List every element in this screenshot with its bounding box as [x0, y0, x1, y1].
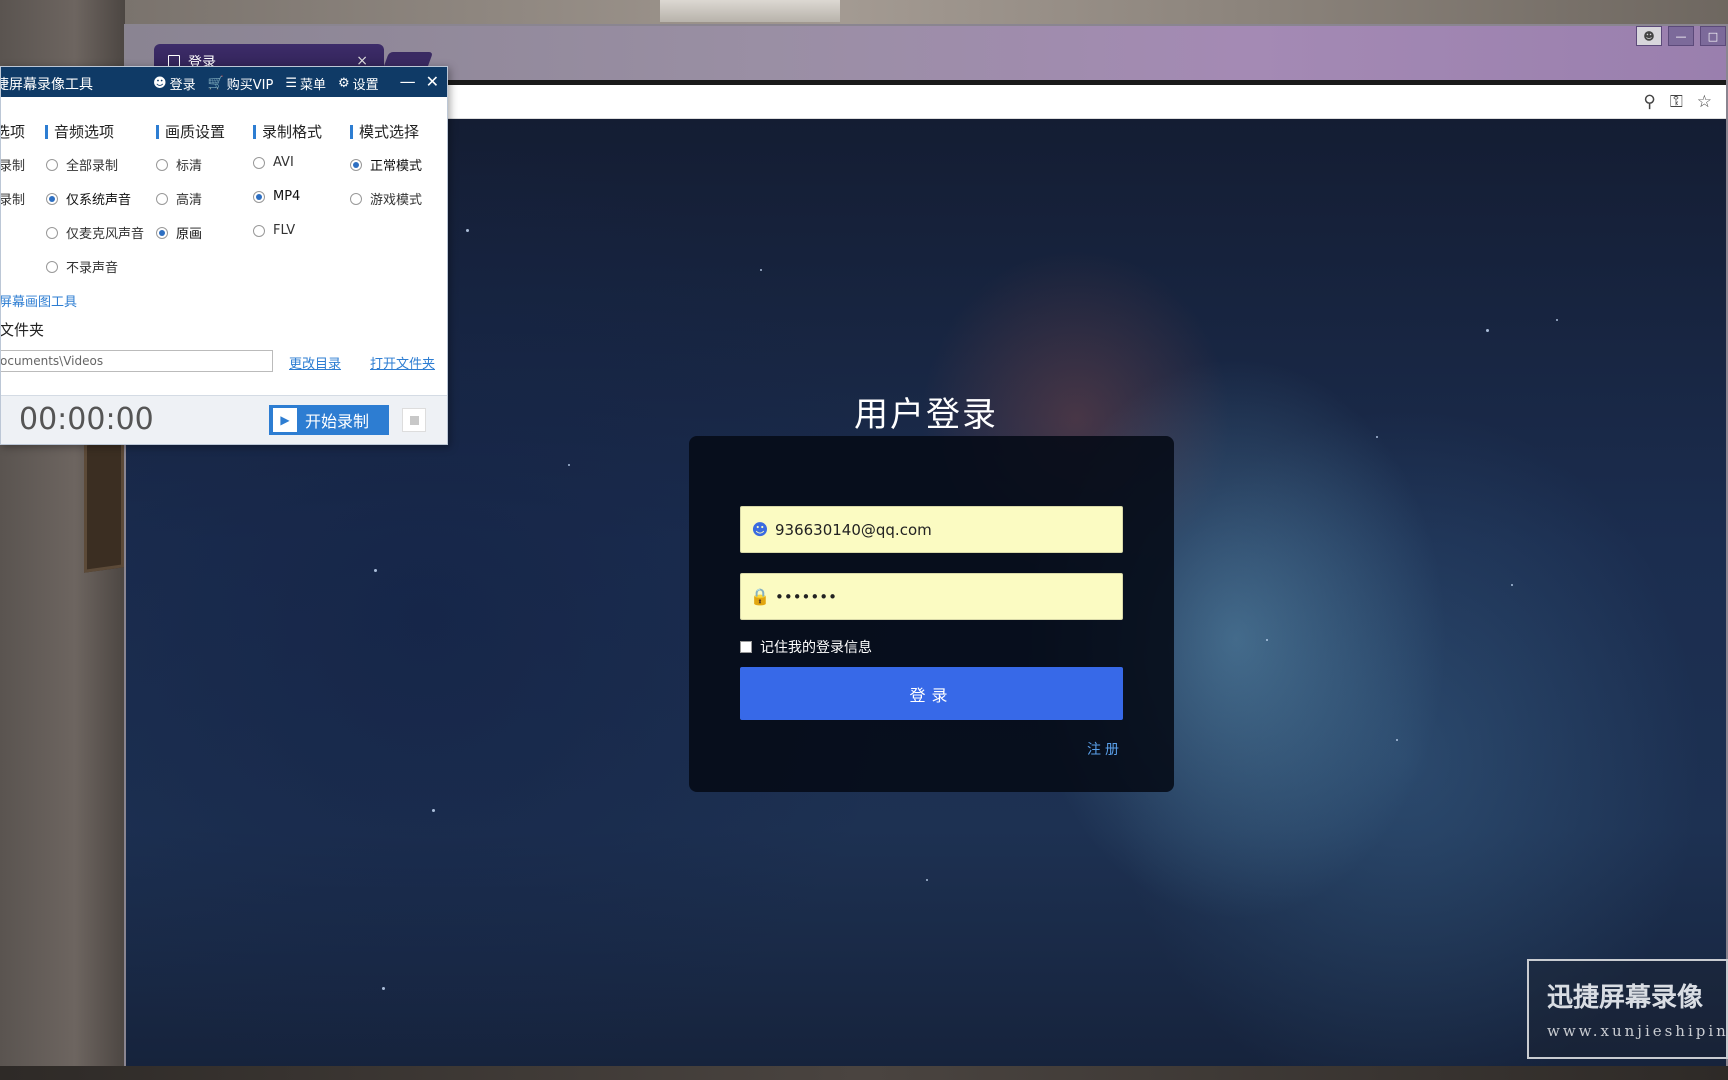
cart-icon: 🛒: [207, 76, 224, 91]
recorder-nav: ☻ 登录 🛒 购买VIP ☰ 菜单 ⚙ 设置: [153, 74, 379, 93]
output-folder-label: 文件夹: [0, 321, 45, 339]
desktop-bottom-edge: [0, 1066, 1728, 1080]
lock-icon: 🔒: [750, 587, 770, 606]
username-field[interactable]: ☻: [740, 506, 1123, 553]
screen-draw-tool-link[interactable]: 屏幕画图工具: [1, 291, 77, 310]
change-directory-link[interactable]: 更改目录: [289, 353, 341, 372]
screen-recorder-panel: 捷屏幕录像工具 ☻登录 🛒购买VIP ☰菜单 ⚙设置 — ✕ 选项 音频选项 画…: [0, 66, 448, 445]
watermark: 迅捷屏幕录像 www.xunjieshipin: [1527, 959, 1728, 1059]
radio-button[interactable]: [156, 226, 168, 239]
radio-button[interactable]: [46, 226, 58, 239]
recorder-titlebar: 捷屏幕录像工具 ☻ 登录 🛒 购买VIP ☰ 菜单 ⚙ 设置 — ✕: [1, 67, 447, 97]
radio-button[interactable]: [253, 190, 265, 203]
quality-option-sd[interactable]: 标清: [156, 155, 202, 174]
close-icon[interactable]: ✕: [426, 72, 439, 91]
stop-recording-button[interactable]: [402, 408, 426, 432]
format-option-mp4[interactable]: MP4: [253, 189, 300, 204]
radio-button[interactable]: [46, 158, 58, 171]
radio-button[interactable]: [350, 192, 362, 205]
mode-options-header: 模式选择: [350, 121, 419, 142]
password-field[interactable]: 🔒: [740, 573, 1123, 620]
gear-icon: ⚙: [338, 76, 350, 91]
open-folder-link[interactable]: 打开文件夹: [370, 353, 435, 372]
minimize-button[interactable]: —: [1668, 26, 1694, 46]
user-icon[interactable]: ☻: [1636, 26, 1662, 46]
audio-option-none[interactable]: 不录声音: [46, 257, 118, 276]
mode-option-normal[interactable]: 正常模式: [350, 155, 422, 174]
recorder-menu-button[interactable]: ☰ 菜单: [285, 74, 326, 93]
radio-button[interactable]: [253, 156, 265, 169]
play-icon: ▶: [273, 408, 297, 432]
output-path-field[interactable]: ocuments\Videos: [1, 350, 273, 372]
background-picture-frame: [84, 437, 124, 573]
radio-button[interactable]: [253, 224, 265, 237]
background-window: [660, 0, 840, 22]
user-icon: ☻: [153, 76, 167, 91]
radio-button[interactable]: [46, 192, 58, 205]
background-room-top: [125, 0, 1728, 24]
start-recording-label: 开始录制: [305, 412, 370, 431]
remember-me[interactable]: 记住我的登录信息: [740, 637, 872, 657]
quality-option-original[interactable]: 原画: [156, 223, 202, 242]
recorder-window-controls: — ✕: [400, 72, 439, 91]
remember-label: 记住我的登录信息: [760, 640, 872, 656]
radio-button[interactable]: [156, 192, 168, 205]
video-options-header: 选项: [1, 123, 26, 141]
recorder-control-bar: ： 00:00:00 ▶ 开始录制: [1, 395, 447, 444]
video-option[interactable]: 录制: [1, 155, 25, 174]
radio-button[interactable]: [350, 158, 362, 171]
password-input[interactable]: [775, 587, 1105, 606]
format-option-avi[interactable]: AVI: [253, 155, 294, 170]
watermark-title: 迅捷屏幕录像: [1547, 983, 1704, 1013]
audio-option-mic[interactable]: 仅麦克风声音: [46, 223, 144, 242]
username-input[interactable]: [775, 520, 1105, 539]
maximize-button[interactable]: □: [1700, 26, 1726, 46]
register-link[interactable]: 注册: [1087, 739, 1123, 759]
mode-option-game[interactable]: 游戏模式: [350, 189, 422, 208]
audio-options-header: 音频选项: [45, 121, 114, 142]
login-button[interactable]: 登录: [740, 667, 1123, 720]
quality-option-hd[interactable]: 高清: [156, 189, 202, 208]
start-recording-button[interactable]: ▶ 开始录制: [269, 405, 389, 435]
login-form: ☻ 🔒 记住我的登录信息 登录 注册: [689, 436, 1174, 792]
key-icon[interactable]: ⚿: [1670, 92, 1683, 112]
radio-button[interactable]: [156, 158, 168, 171]
address-bar-icons: ⚲ ⚿ ☆: [1643, 92, 1712, 112]
radio-button[interactable]: [46, 260, 58, 273]
format-option-flv[interactable]: FLV: [253, 223, 295, 238]
minimize-icon[interactable]: —: [400, 72, 416, 91]
star-icon[interactable]: ☆: [1697, 92, 1712, 112]
audio-option-all[interactable]: 全部录制: [46, 155, 118, 174]
video-option[interactable]: 录制: [1, 189, 25, 208]
zoom-icon[interactable]: ⚲: [1643, 92, 1655, 112]
recording-timer: 00:00:00: [19, 402, 154, 437]
quality-options-header: 画质设置: [156, 121, 225, 142]
user-icon: ☻: [751, 520, 769, 539]
watermark-url: www.xunjieshipin: [1547, 1022, 1728, 1040]
audio-option-system[interactable]: 仅系统声音: [46, 189, 131, 208]
list-icon: ☰: [285, 76, 297, 91]
timer-label: ：: [1, 412, 8, 431]
recorder-login-button[interactable]: ☻ 登录: [153, 74, 196, 93]
format-options-header: 录制格式: [253, 121, 322, 142]
window-controls: ☻ — □: [1636, 26, 1726, 46]
recorder-app-title: 捷屏幕录像工具: [0, 77, 93, 93]
recorder-buy-vip-button[interactable]: 🛒 购买VIP: [208, 74, 274, 93]
remember-checkbox[interactable]: [740, 641, 752, 653]
recorder-settings-button[interactable]: ⚙ 设置: [338, 74, 379, 93]
